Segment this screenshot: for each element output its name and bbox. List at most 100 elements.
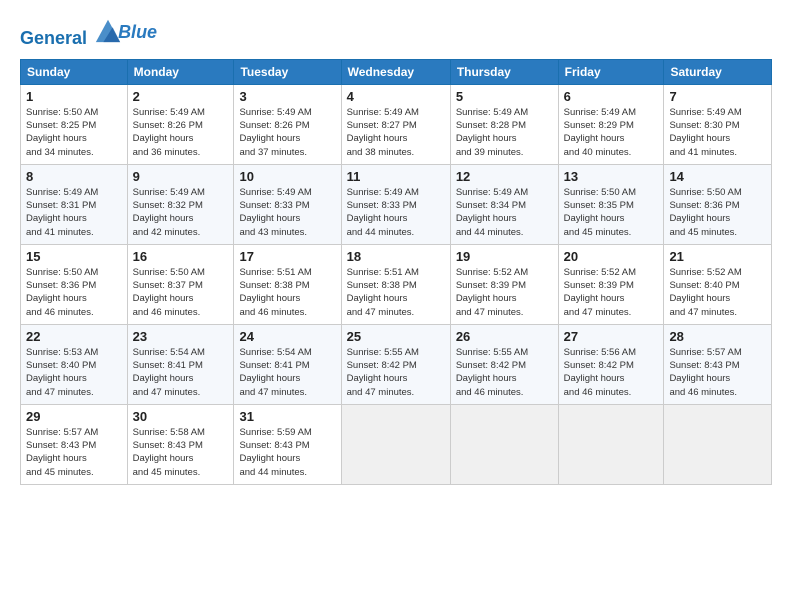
logo-blue-text: Blue <box>118 23 157 43</box>
calendar-cell: 10 Sunrise: 5:49 AM Sunset: 8:33 PM Dayl… <box>234 164 341 244</box>
day-info: Sunrise: 5:50 AM Sunset: 8:25 PM Dayligh… <box>26 106 122 159</box>
weekday-header: Thursday <box>450 59 558 84</box>
calendar-cell: 1 Sunrise: 5:50 AM Sunset: 8:25 PM Dayli… <box>21 84 128 164</box>
day-info: Sunrise: 5:49 AM Sunset: 8:26 PM Dayligh… <box>239 106 335 159</box>
day-info: Sunrise: 5:50 AM Sunset: 8:36 PM Dayligh… <box>26 266 122 319</box>
calendar-cell <box>558 404 664 484</box>
day-number: 14 <box>669 169 766 184</box>
day-number: 24 <box>239 329 335 344</box>
day-number: 25 <box>347 329 445 344</box>
calendar-cell: 25 Sunrise: 5:55 AM Sunset: 8:42 PM Dayl… <box>341 324 450 404</box>
day-info: Sunrise: 5:52 AM Sunset: 8:39 PM Dayligh… <box>456 266 553 319</box>
calendar-cell: 22 Sunrise: 5:53 AM Sunset: 8:40 PM Dayl… <box>21 324 128 404</box>
calendar-cell: 4 Sunrise: 5:49 AM Sunset: 8:27 PM Dayli… <box>341 84 450 164</box>
day-number: 18 <box>347 249 445 264</box>
day-info: Sunrise: 5:49 AM Sunset: 8:28 PM Dayligh… <box>456 106 553 159</box>
calendar-week-row: 29 Sunrise: 5:57 AM Sunset: 8:43 PM Dayl… <box>21 404 772 484</box>
day-info: Sunrise: 5:55 AM Sunset: 8:42 PM Dayligh… <box>456 346 553 399</box>
day-number: 13 <box>564 169 659 184</box>
calendar-cell: 7 Sunrise: 5:49 AM Sunset: 8:30 PM Dayli… <box>664 84 772 164</box>
day-info: Sunrise: 5:57 AM Sunset: 8:43 PM Dayligh… <box>26 426 122 479</box>
day-number: 17 <box>239 249 335 264</box>
day-info: Sunrise: 5:49 AM Sunset: 8:33 PM Dayligh… <box>347 186 445 239</box>
day-number: 21 <box>669 249 766 264</box>
calendar-cell: 16 Sunrise: 5:50 AM Sunset: 8:37 PM Dayl… <box>127 244 234 324</box>
day-info: Sunrise: 5:49 AM Sunset: 8:30 PM Dayligh… <box>669 106 766 159</box>
header: General Blue <box>20 16 772 49</box>
weekday-header: Monday <box>127 59 234 84</box>
calendar-cell: 13 Sunrise: 5:50 AM Sunset: 8:35 PM Dayl… <box>558 164 664 244</box>
day-info: Sunrise: 5:55 AM Sunset: 8:42 PM Dayligh… <box>347 346 445 399</box>
page: General Blue SundayMondayTuesdayWednesda… <box>0 0 792 612</box>
calendar-cell: 19 Sunrise: 5:52 AM Sunset: 8:39 PM Dayl… <box>450 244 558 324</box>
day-info: Sunrise: 5:56 AM Sunset: 8:42 PM Dayligh… <box>564 346 659 399</box>
calendar-header-row: SundayMondayTuesdayWednesdayThursdayFrid… <box>21 59 772 84</box>
day-info: Sunrise: 5:49 AM Sunset: 8:27 PM Dayligh… <box>347 106 445 159</box>
day-info: Sunrise: 5:52 AM Sunset: 8:40 PM Dayligh… <box>669 266 766 319</box>
day-number: 28 <box>669 329 766 344</box>
day-info: Sunrise: 5:58 AM Sunset: 8:43 PM Dayligh… <box>133 426 229 479</box>
day-info: Sunrise: 5:54 AM Sunset: 8:41 PM Dayligh… <box>133 346 229 399</box>
day-info: Sunrise: 5:51 AM Sunset: 8:38 PM Dayligh… <box>239 266 335 319</box>
day-number: 16 <box>133 249 229 264</box>
calendar-cell: 28 Sunrise: 5:57 AM Sunset: 8:43 PM Dayl… <box>664 324 772 404</box>
day-number: 12 <box>456 169 553 184</box>
day-info: Sunrise: 5:50 AM Sunset: 8:35 PM Dayligh… <box>564 186 659 239</box>
weekday-header: Tuesday <box>234 59 341 84</box>
calendar-cell: 8 Sunrise: 5:49 AM Sunset: 8:31 PM Dayli… <box>21 164 128 244</box>
calendar-cell: 18 Sunrise: 5:51 AM Sunset: 8:38 PM Dayl… <box>341 244 450 324</box>
day-info: Sunrise: 5:53 AM Sunset: 8:40 PM Dayligh… <box>26 346 122 399</box>
day-number: 20 <box>564 249 659 264</box>
weekday-header: Wednesday <box>341 59 450 84</box>
calendar-cell: 14 Sunrise: 5:50 AM Sunset: 8:36 PM Dayl… <box>664 164 772 244</box>
calendar-cell: 17 Sunrise: 5:51 AM Sunset: 8:38 PM Dayl… <box>234 244 341 324</box>
weekday-header: Sunday <box>21 59 128 84</box>
calendar-week-row: 15 Sunrise: 5:50 AM Sunset: 8:36 PM Dayl… <box>21 244 772 324</box>
weekday-header: Friday <box>558 59 664 84</box>
day-number: 11 <box>347 169 445 184</box>
day-number: 4 <box>347 89 445 104</box>
day-number: 29 <box>26 409 122 424</box>
day-info: Sunrise: 5:49 AM Sunset: 8:26 PM Dayligh… <box>133 106 229 159</box>
day-info: Sunrise: 5:51 AM Sunset: 8:38 PM Dayligh… <box>347 266 445 319</box>
logo: General Blue <box>20 16 157 49</box>
day-number: 30 <box>133 409 229 424</box>
logo-text: General <box>20 16 122 49</box>
day-number: 3 <box>239 89 335 104</box>
calendar-cell: 21 Sunrise: 5:52 AM Sunset: 8:40 PM Dayl… <box>664 244 772 324</box>
calendar-cell <box>341 404 450 484</box>
day-number: 15 <box>26 249 122 264</box>
day-info: Sunrise: 5:57 AM Sunset: 8:43 PM Dayligh… <box>669 346 766 399</box>
calendar-cell: 27 Sunrise: 5:56 AM Sunset: 8:42 PM Dayl… <box>558 324 664 404</box>
calendar-week-row: 22 Sunrise: 5:53 AM Sunset: 8:40 PM Dayl… <box>21 324 772 404</box>
calendar-cell: 3 Sunrise: 5:49 AM Sunset: 8:26 PM Dayli… <box>234 84 341 164</box>
calendar-cell: 9 Sunrise: 5:49 AM Sunset: 8:32 PM Dayli… <box>127 164 234 244</box>
day-number: 5 <box>456 89 553 104</box>
calendar-table: SundayMondayTuesdayWednesdayThursdayFrid… <box>20 59 772 485</box>
calendar-cell: 12 Sunrise: 5:49 AM Sunset: 8:34 PM Dayl… <box>450 164 558 244</box>
calendar-cell: 15 Sunrise: 5:50 AM Sunset: 8:36 PM Dayl… <box>21 244 128 324</box>
day-info: Sunrise: 5:50 AM Sunset: 8:36 PM Dayligh… <box>669 186 766 239</box>
day-number: 22 <box>26 329 122 344</box>
calendar-cell: 24 Sunrise: 5:54 AM Sunset: 8:41 PM Dayl… <box>234 324 341 404</box>
calendar-cell: 11 Sunrise: 5:49 AM Sunset: 8:33 PM Dayl… <box>341 164 450 244</box>
day-number: 6 <box>564 89 659 104</box>
calendar-week-row: 8 Sunrise: 5:49 AM Sunset: 8:31 PM Dayli… <box>21 164 772 244</box>
weekday-header: Saturday <box>664 59 772 84</box>
day-number: 2 <box>133 89 229 104</box>
day-info: Sunrise: 5:49 AM Sunset: 8:29 PM Dayligh… <box>564 106 659 159</box>
calendar-cell: 20 Sunrise: 5:52 AM Sunset: 8:39 PM Dayl… <box>558 244 664 324</box>
calendar-cell: 30 Sunrise: 5:58 AM Sunset: 8:43 PM Dayl… <box>127 404 234 484</box>
day-number: 7 <box>669 89 766 104</box>
day-number: 10 <box>239 169 335 184</box>
day-number: 8 <box>26 169 122 184</box>
calendar-cell: 29 Sunrise: 5:57 AM Sunset: 8:43 PM Dayl… <box>21 404 128 484</box>
day-number: 9 <box>133 169 229 184</box>
day-info: Sunrise: 5:49 AM Sunset: 8:32 PM Dayligh… <box>133 186 229 239</box>
calendar-cell: 6 Sunrise: 5:49 AM Sunset: 8:29 PM Dayli… <box>558 84 664 164</box>
day-info: Sunrise: 5:49 AM Sunset: 8:33 PM Dayligh… <box>239 186 335 239</box>
day-info: Sunrise: 5:50 AM Sunset: 8:37 PM Dayligh… <box>133 266 229 319</box>
day-info: Sunrise: 5:49 AM Sunset: 8:31 PM Dayligh… <box>26 186 122 239</box>
calendar-cell: 31 Sunrise: 5:59 AM Sunset: 8:43 PM Dayl… <box>234 404 341 484</box>
day-number: 19 <box>456 249 553 264</box>
